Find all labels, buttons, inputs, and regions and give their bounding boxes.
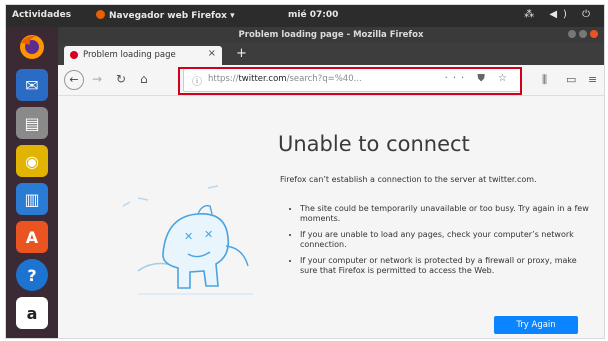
reload-button[interactable]: ↻ [116, 72, 126, 86]
tab-problem-loading[interactable]: Problem loading page × [64, 46, 222, 65]
launcher: ✉ ▤ ◉ ▥ A ? a [6, 27, 58, 338]
system-top-bar: Actividades Navegador web Firefox ▾ mié … [6, 5, 604, 27]
firefox-small-icon [96, 10, 105, 19]
window-title-bar: Problem loading page - Mozilla Firefox [58, 27, 604, 43]
suggestion-item: If you are unable to load any pages, che… [300, 230, 590, 250]
error-page: ✕ ✕ Unable to connect Firefox can’t esta… [58, 96, 604, 338]
screen: Actividades Navegador web Firefox ▾ mié … [5, 4, 605, 339]
new-tab-button[interactable]: + [236, 46, 247, 61]
suggestion-item: If your computer or network is protected… [300, 256, 590, 276]
close-tab-icon[interactable]: × [208, 48, 216, 59]
try-again-button[interactable]: Try Again [494, 316, 578, 334]
firefox-icon[interactable] [16, 31, 48, 63]
close-window-icon[interactable] [590, 30, 598, 38]
rhythmbox-icon[interactable]: ◉ [16, 145, 48, 177]
activities-button[interactable]: Actividades [12, 10, 71, 20]
thunderbird-icon[interactable]: ✉ [16, 69, 48, 101]
url-highlight-box [178, 67, 522, 95]
minimize-icon[interactable] [568, 30, 576, 38]
menu-button[interactable]: ≡ [588, 73, 597, 86]
back-button[interactable]: ← [64, 70, 84, 90]
system-status-icons[interactable]: ⁂ ◀) ⏻ [524, 9, 596, 20]
error-description: Firefox can’t establish a connection to … [280, 175, 537, 184]
suggestion-item: The site could be temporarily unavailabl… [300, 204, 590, 224]
amazon-icon[interactable]: a [16, 297, 48, 329]
svg-text:✕: ✕ [184, 230, 193, 243]
forward-button[interactable]: → [92, 72, 102, 86]
help-icon[interactable]: ? [16, 259, 48, 291]
tab-label: Problem loading page [83, 50, 176, 60]
error-heading: Unable to connect [278, 132, 470, 156]
error-suggestions: The site could be temporarily unavailabl… [280, 204, 590, 282]
writer-icon[interactable]: ▥ [16, 183, 48, 215]
warning-tab-icon [70, 51, 78, 59]
home-button[interactable]: ⌂ [140, 72, 148, 86]
window-controls [565, 30, 598, 41]
app-menu-label: Navegador web Firefox [109, 11, 227, 21]
sidebar-button[interactable]: ▭ [566, 73, 576, 86]
navigation-toolbar: ← → ↻ ⌂ ⓘ https://twitter.com/search?q=%… [58, 65, 604, 96]
files-icon[interactable]: ▤ [16, 107, 48, 139]
window-title: Problem loading page - Mozilla Firefox [238, 30, 424, 40]
clock[interactable]: mié 07:00 [288, 10, 338, 20]
app-menu[interactable]: Navegador web Firefox ▾ [96, 10, 235, 21]
library-button[interactable]: ⫼ [542, 73, 547, 87]
tab-strip: Problem loading page × + [58, 43, 604, 65]
svg-text:✕: ✕ [204, 228, 213, 241]
software-center-icon[interactable]: A [16, 221, 48, 253]
dinosaur-illustration: ✕ ✕ [122, 185, 253, 295]
maximize-icon[interactable] [579, 30, 587, 38]
